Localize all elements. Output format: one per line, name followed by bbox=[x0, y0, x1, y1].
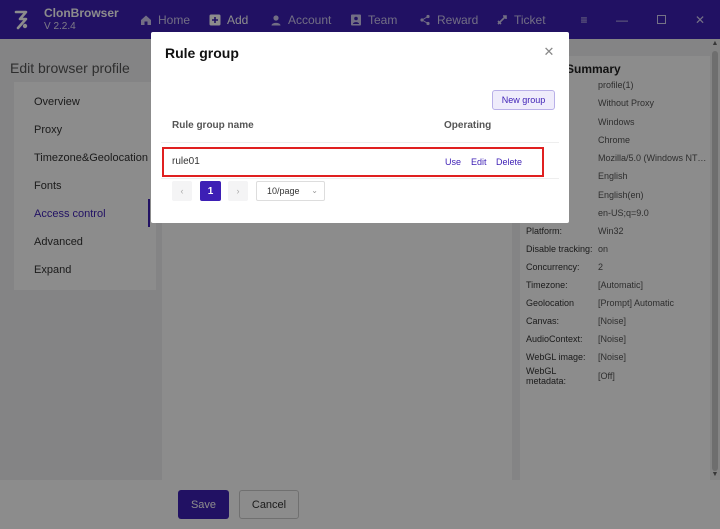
header-divider bbox=[161, 142, 559, 143]
column-header-operating: Operating bbox=[444, 120, 492, 131]
page-size-value: 10/page bbox=[267, 186, 300, 196]
new-group-button[interactable]: New group bbox=[492, 90, 555, 110]
chevron-down-icon: ⌄ bbox=[311, 186, 318, 195]
use-link[interactable]: Use bbox=[445, 157, 461, 167]
rule-group-dialog: Rule group ✕ New group Rule group name O… bbox=[151, 32, 569, 223]
column-header-name: Rule group name bbox=[172, 120, 254, 131]
prev-page-icon[interactable]: ‹ bbox=[172, 181, 192, 201]
page-size-select[interactable]: 10/page ⌄ bbox=[256, 181, 325, 201]
edit-link[interactable]: Edit bbox=[471, 157, 487, 167]
rule-group-name: rule01 bbox=[172, 156, 200, 167]
dialog-title: Rule group bbox=[165, 45, 239, 61]
current-page[interactable]: 1 bbox=[200, 181, 221, 201]
delete-link[interactable]: Delete bbox=[496, 157, 522, 167]
next-page-icon[interactable]: › bbox=[228, 181, 248, 201]
table-row: rule01 Use Edit Delete bbox=[162, 147, 544, 177]
close-icon[interactable]: ✕ bbox=[541, 44, 557, 60]
row-divider bbox=[161, 178, 559, 179]
